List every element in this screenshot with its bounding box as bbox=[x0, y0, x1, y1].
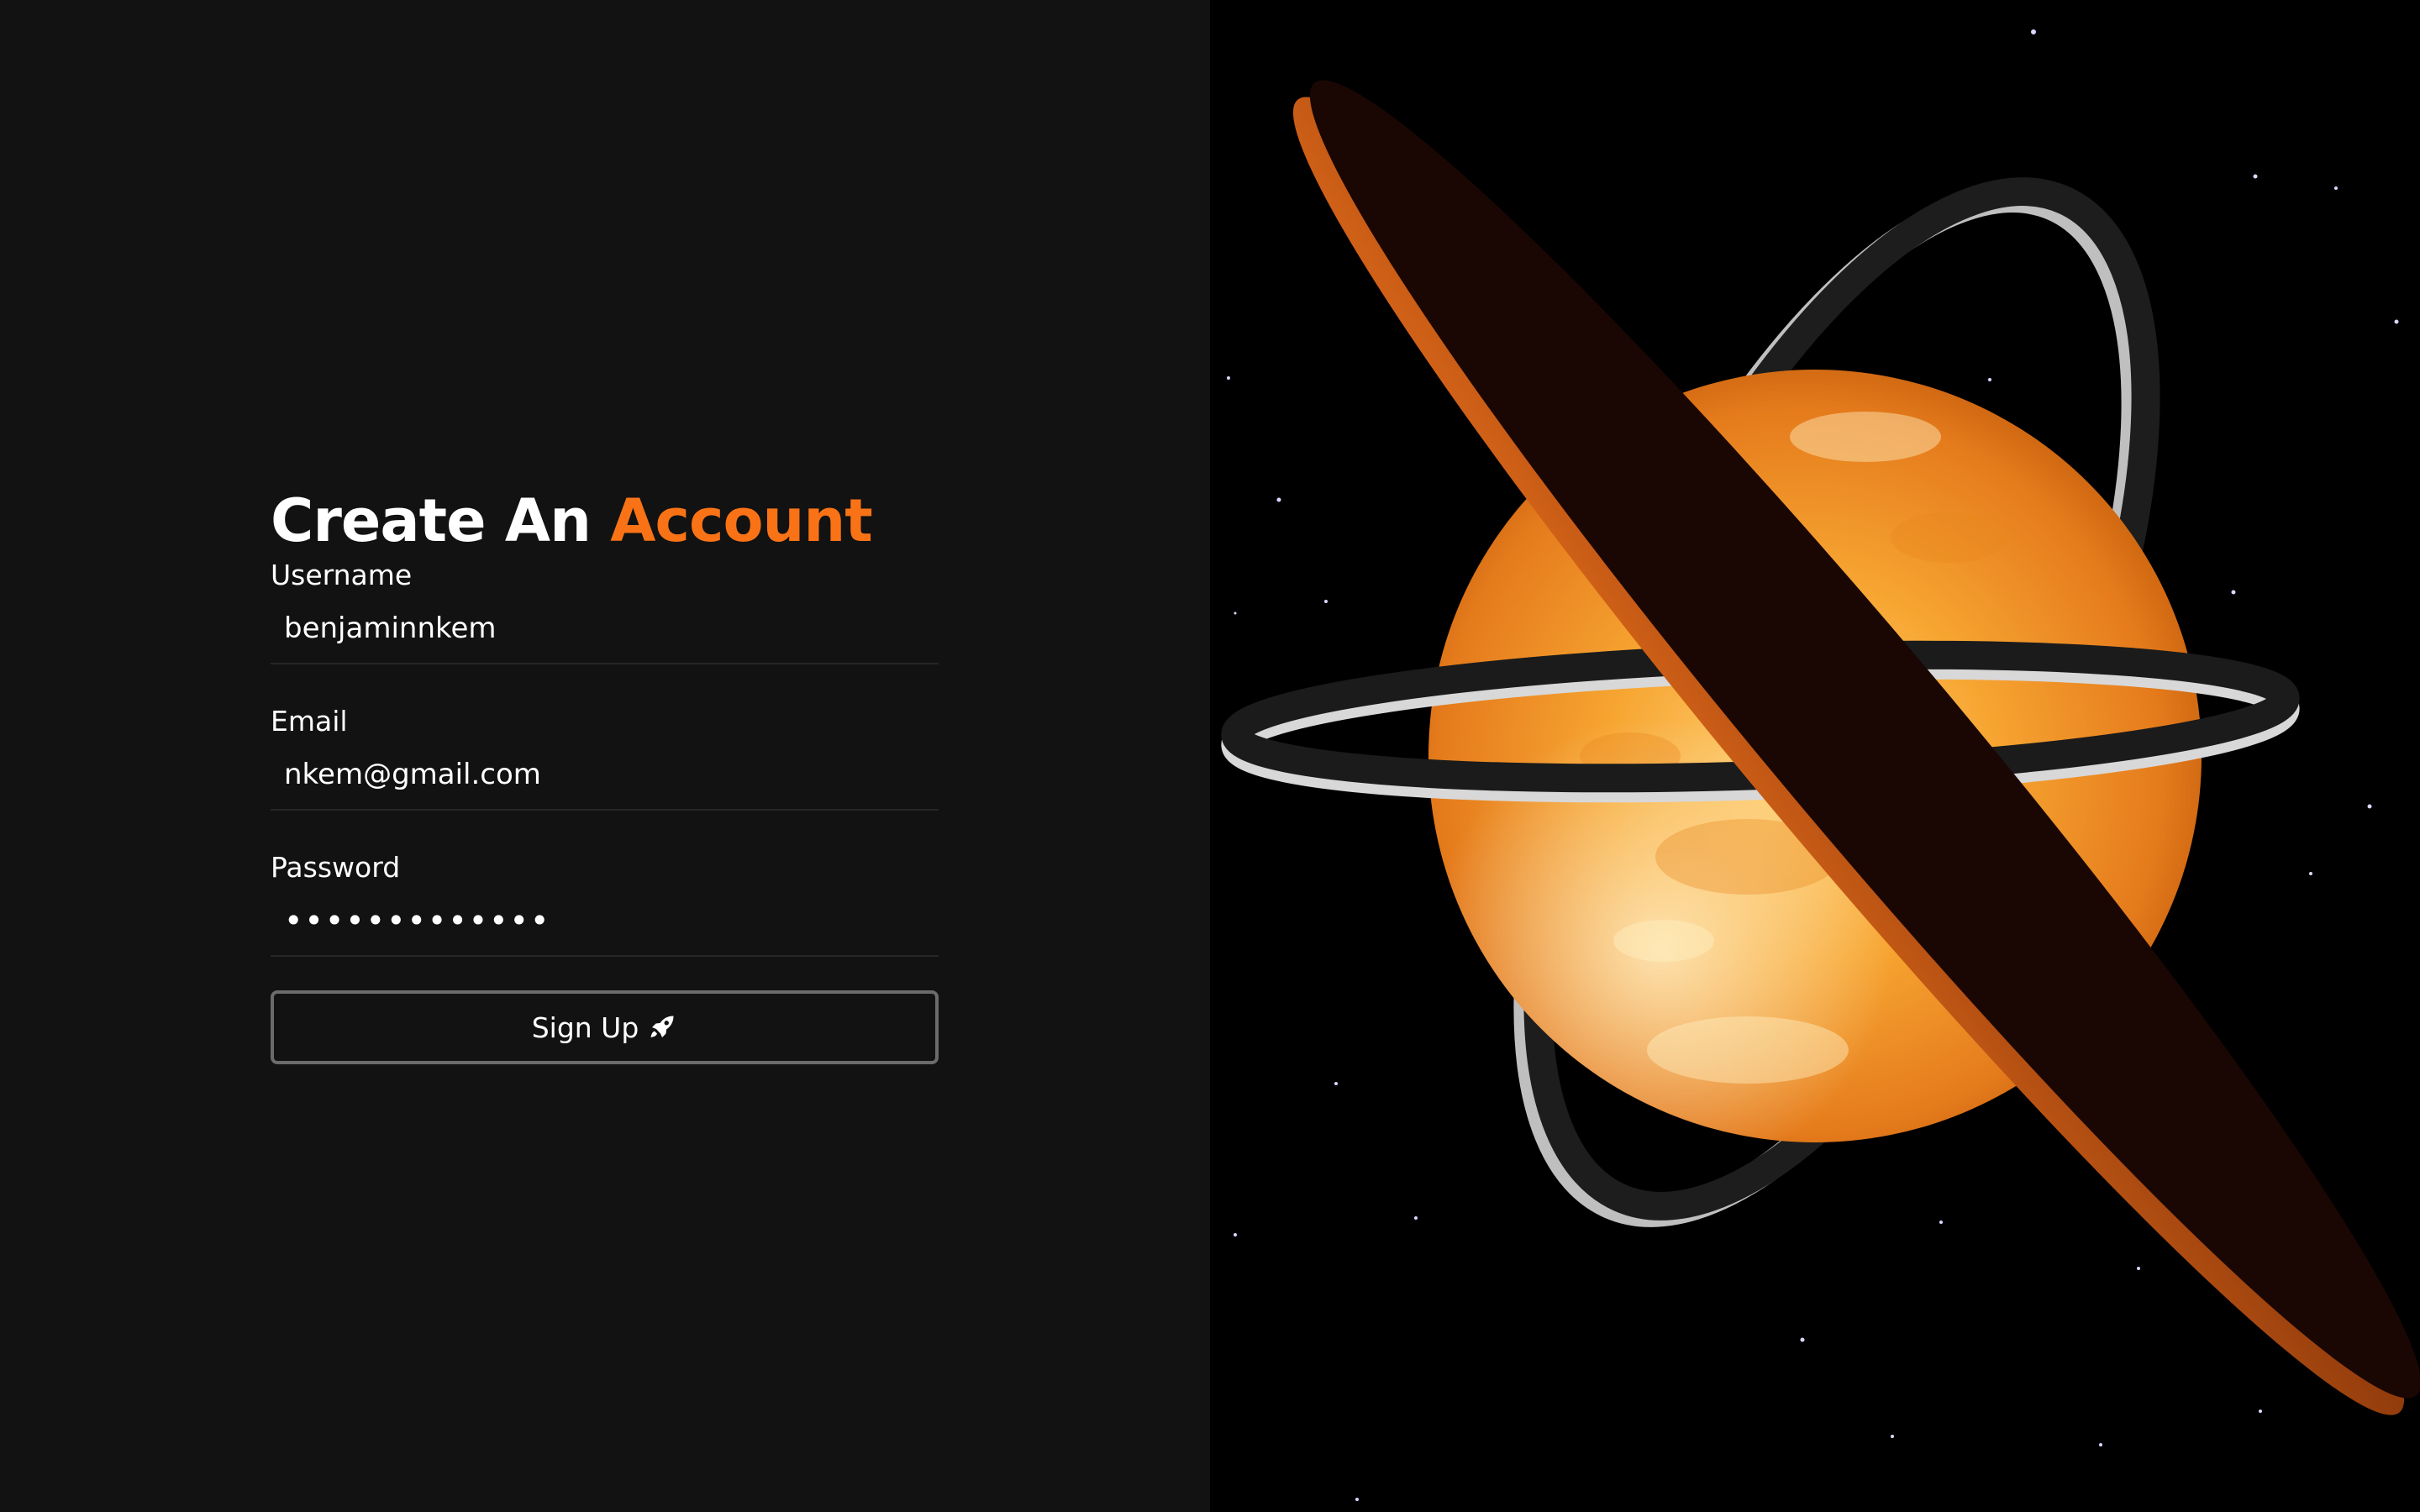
sign-up-button[interactable]: Sign Up bbox=[271, 990, 939, 1064]
username-label: Username bbox=[271, 559, 413, 591]
title-accent: Account bbox=[610, 486, 872, 555]
sign-up-label: Sign Up bbox=[531, 1011, 639, 1044]
email-field-group: Email nkem@gmail.com bbox=[271, 705, 939, 811]
space-scene-panel bbox=[1210, 0, 2420, 1512]
signup-form: Create An Account Username benjaminnkem … bbox=[271, 483, 939, 1064]
page-title: Create An Account bbox=[271, 483, 939, 559]
title-main: Create An bbox=[271, 486, 592, 555]
username-field-group: Username benjaminnkem bbox=[271, 559, 939, 664]
email-input[interactable]: nkem@gmail.com bbox=[271, 738, 939, 811]
signup-page: Create An Account Username benjaminnkem … bbox=[0, 0, 2420, 1512]
password-input[interactable]: ••••••••••••• bbox=[271, 885, 939, 957]
username-input[interactable]: benjaminnkem bbox=[271, 592, 939, 664]
email-label: Email bbox=[271, 705, 348, 738]
password-label: Password bbox=[271, 851, 401, 884]
sun-scene-illustration bbox=[1221, 29, 2420, 1501]
rocket-icon bbox=[647, 1012, 677, 1042]
password-field-group: Password ••••••••••••• bbox=[271, 851, 939, 957]
form-panel: Create An Account Username benjaminnkem … bbox=[0, 0, 1210, 1512]
